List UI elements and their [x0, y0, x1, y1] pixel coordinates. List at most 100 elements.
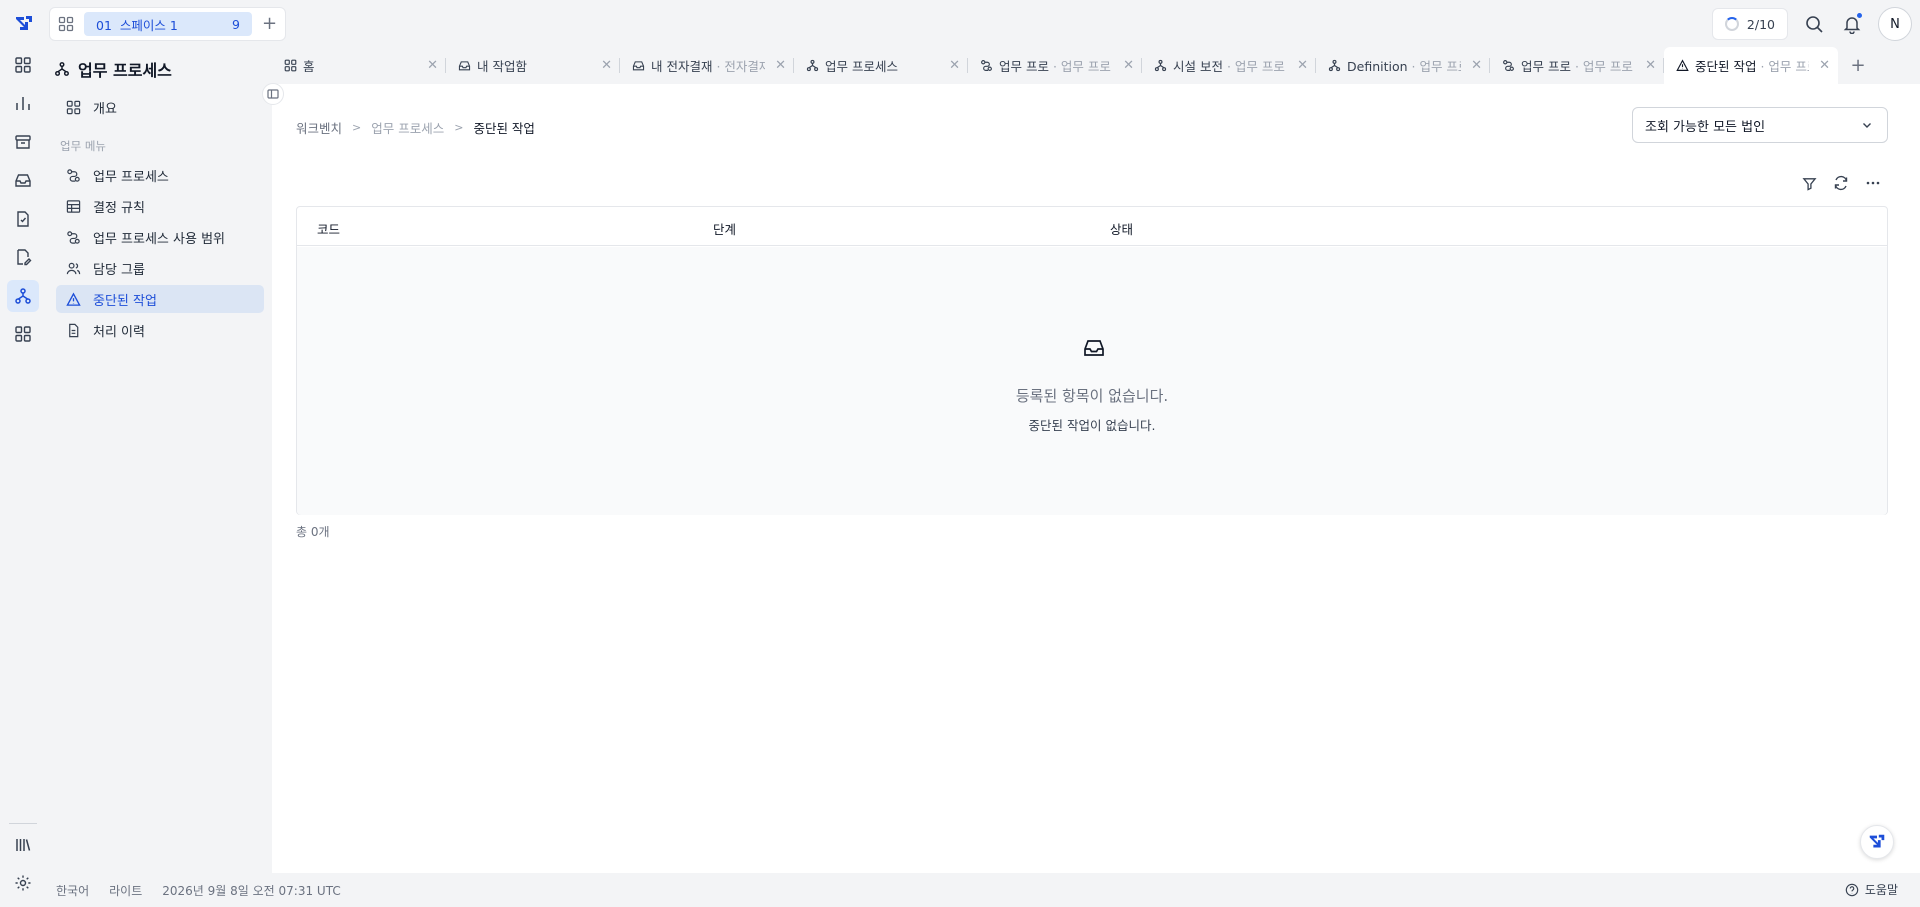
route-icon — [66, 230, 81, 245]
warning-icon — [1676, 59, 1689, 72]
close-icon[interactable]: ✕ — [1297, 58, 1308, 73]
tab-label: 내 작업함 — [477, 59, 527, 74]
sidebar-item-label: 담당 그룹 — [93, 262, 145, 278]
total-count: 총 0개 — [296, 525, 330, 539]
sidebar-item-decision-rules[interactable]: 결정 규칙 — [56, 192, 264, 220]
sidebar-item-process-scope[interactable]: 업무 프로세스 사용 범위 — [56, 223, 264, 251]
tab-label: 업무 프로 — [999, 59, 1049, 74]
grid-icon[interactable] — [58, 15, 74, 33]
app-logo-icon[interactable] — [10, 10, 38, 38]
rail-approval-icon[interactable] — [7, 203, 39, 235]
tab-label: 업무 프로 — [1521, 59, 1571, 74]
help-label: 도움말 — [1864, 883, 1898, 897]
tab-sublabel: · 업무 프로 — [1048, 59, 1111, 74]
corporation-select-value: 조회 가능한 모든 법인 — [1645, 119, 1766, 135]
empty-state-title: 등록된 항목이 없습니다. — [1015, 387, 1169, 405]
rail-inbox-icon[interactable] — [7, 164, 39, 196]
rail-apps-icon[interactable] — [7, 49, 39, 81]
table-icon — [66, 199, 81, 214]
tab-sublabel: · 전자결재 — [712, 59, 766, 74]
close-icon[interactable]: ✕ — [949, 58, 960, 73]
tab-process[interactable]: 업무 프로세스 ✕ — [794, 47, 968, 84]
table-toolbar — [1799, 173, 1883, 193]
process-icon — [54, 61, 70, 77]
tab-definition[interactable]: Definition · 업무 프로 ✕ — [1316, 47, 1490, 84]
corporation-select[interactable]: 조회 가능한 모든 법인 — [1632, 107, 1888, 143]
column-header-status[interactable]: 상태 — [1110, 219, 1133, 238]
search-icon[interactable] — [1802, 12, 1826, 36]
column-header-stage[interactable]: 단계 — [713, 219, 736, 238]
filter-icon[interactable] — [1799, 173, 1819, 193]
avatar[interactable]: N — [1878, 7, 1912, 41]
tab-label: 홈 — [303, 59, 315, 74]
close-icon[interactable]: ✕ — [1471, 58, 1482, 73]
sidebar-item-groups[interactable]: 담당 그룹 — [56, 254, 264, 282]
space-switcher[interactable]: 01 스페이스 1 9 + — [49, 7, 286, 41]
close-icon[interactable]: ✕ — [1123, 58, 1134, 73]
grid-icon — [284, 59, 297, 72]
close-icon[interactable]: ✕ — [1645, 58, 1656, 73]
bell-icon[interactable] — [1840, 12, 1864, 36]
rail-archive-icon[interactable] — [7, 126, 39, 158]
breadcrumb-current: 중단된 작업 — [473, 121, 535, 136]
table-body-empty: 등록된 항목이 없습니다. 중단된 작업이 없습니다. — [297, 247, 1887, 515]
close-icon[interactable]: ✕ — [601, 58, 612, 73]
space-count: 9 — [232, 16, 240, 32]
theme-selector[interactable]: 라이트 — [109, 882, 142, 899]
file-icon — [66, 323, 81, 338]
add-tab-icon[interactable]: + — [1838, 47, 1878, 84]
tab-sublabel: · 업무 프로세 — [1760, 59, 1809, 74]
sidebar-item-label: 업무 프로세스 — [93, 169, 169, 185]
space-code: 01 — [96, 17, 112, 33]
rail-grid-icon[interactable] — [7, 318, 39, 350]
rail-chart-icon[interactable] — [7, 87, 39, 119]
sidebar-item-label: 업무 프로세스 사용 범위 — [93, 231, 225, 247]
rail-settings-icon[interactable] — [7, 867, 39, 899]
tab-facility-maintenance[interactable]: 시설 보전 · 업무 프로 ✕ — [1142, 47, 1316, 84]
breadcrumb-workbench[interactable]: 워크벤치 — [296, 118, 342, 137]
sidebar-item-process[interactable]: 업무 프로세스 — [56, 161, 264, 189]
sidebar-item-label: 처리 이력 — [93, 324, 145, 340]
rail-library-icon[interactable] — [7, 829, 39, 861]
close-icon[interactable]: ✕ — [1819, 58, 1830, 73]
tab-my-approvals[interactable]: 내 전자결재 · 전자결재 ✕ — [620, 47, 794, 84]
language-selector[interactable]: 한국어 — [56, 882, 89, 899]
users-icon — [66, 261, 81, 276]
add-space-icon[interactable]: + — [262, 15, 277, 33]
table-header: 코드 단계 상태 — [297, 207, 1887, 246]
breadcrumb-process[interactable]: 업무 프로세스 — [371, 118, 444, 137]
rail-edit-doc-icon[interactable] — [7, 241, 39, 273]
close-icon[interactable]: ✕ — [427, 58, 438, 73]
progress-text: 2/10 — [1746, 16, 1775, 32]
chevron-down-icon — [1861, 119, 1873, 131]
sidebar-section-label: 업무 메뉴 — [60, 139, 106, 153]
tab-my-tasks[interactable]: 내 작업함 ✕ — [446, 47, 620, 84]
empty-state-description: 중단된 작업이 없습니다. — [1028, 418, 1156, 433]
chevron-right-icon: > — [454, 121, 464, 134]
tab-process-detail-2[interactable]: 업무 프로 · 업무 프로 ✕ — [1490, 47, 1664, 84]
tab-stopped-tasks[interactable]: 중단된 작업 · 업무 프로세 ✕ — [1664, 47, 1838, 84]
close-icon[interactable]: ✕ — [775, 58, 786, 73]
sidebar-item-overview[interactable]: 개요 — [56, 93, 264, 121]
route-icon — [1502, 59, 1515, 72]
help-link[interactable]: 도움말 — [1845, 881, 1898, 898]
sidebar-item-history[interactable]: 처리 이력 — [56, 316, 264, 344]
task-progress[interactable]: 2/10 — [1711, 8, 1788, 40]
current-datetime: 2026년 9월 8일 오전 07:31 UTC — [162, 884, 341, 898]
tab-sublabel: · 업무 프로 — [1222, 59, 1285, 74]
tab-home[interactable]: 홈 ✕ — [272, 47, 446, 84]
sidebar-item-label: 개요 — [93, 101, 117, 117]
more-icon[interactable] — [1863, 173, 1883, 193]
column-header-code[interactable]: 코드 — [317, 219, 340, 238]
collapse-sidebar-icon[interactable] — [262, 83, 284, 105]
warning-icon — [66, 291, 81, 307]
tab-process-detail-1[interactable]: 업무 프로 · 업무 프로 ✕ — [968, 47, 1142, 84]
top-bar: 01 스페이스 1 9 + 2/10 N — [0, 0, 1920, 47]
refresh-icon[interactable] — [1831, 173, 1851, 193]
rail-process-icon[interactable] — [7, 280, 39, 312]
space-name: 스페이스 1 — [119, 17, 178, 33]
sidebar-item-stopped-tasks[interactable]: 중단된 작업 — [56, 285, 264, 313]
assistant-logo-icon[interactable] — [1860, 825, 1894, 859]
tab-sublabel: · 업무 프로 — [1570, 59, 1633, 74]
current-space[interactable]: 01 스페이스 1 9 — [84, 12, 252, 36]
